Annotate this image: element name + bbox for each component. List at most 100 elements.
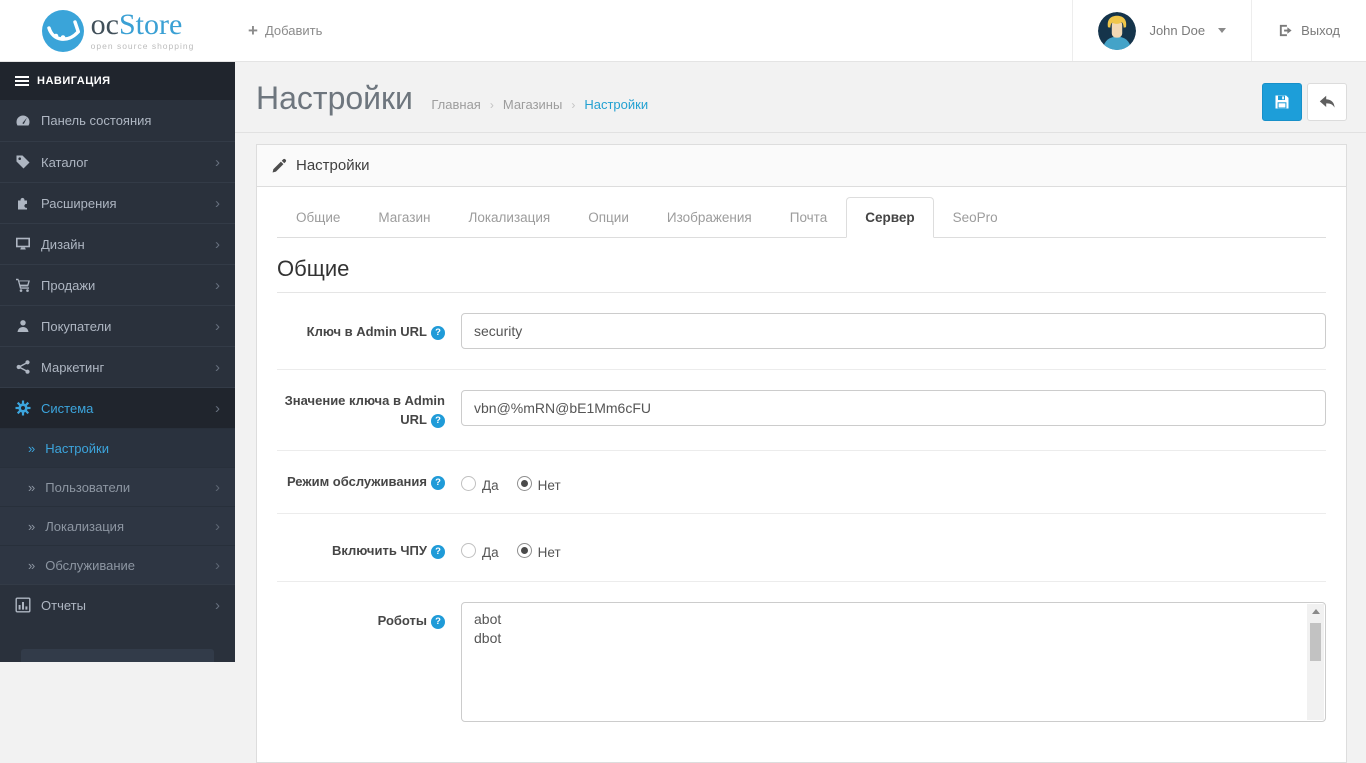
sidebar-item-label: Расширения <box>41 195 117 211</box>
chevron-right-icon: › <box>215 235 220 253</box>
display-icon <box>15 236 41 252</box>
tab-options[interactable]: Опции <box>569 197 648 237</box>
scroll-up-icon[interactable] <box>1307 604 1324 620</box>
sidebar-item-marketing[interactable]: Маркетинг › <box>0 346 235 387</box>
panel-heading-label: Настройки <box>296 157 370 174</box>
sidebar-subitem-label: Локализация <box>45 518 124 534</box>
sidebar-subitem-users[interactable]: » Пользователи › <box>0 467 235 506</box>
sidebar-item-dashboard[interactable]: Панель состояния <box>0 100 235 141</box>
tab-store[interactable]: Магазин <box>359 197 449 237</box>
radio-unchecked-icon <box>461 476 476 492</box>
back-button[interactable] <box>1307 83 1347 121</box>
chevron-right-icon: › <box>215 517 220 535</box>
subitem-marker-icon: » <box>28 518 36 534</box>
sidebar-item-customers[interactable]: Покупатели › <box>0 305 235 346</box>
main-content: Настройки Главная › Магазины › Настройки <box>235 62 1366 763</box>
field-label: Значение ключа в Admin URL? <box>277 390 445 430</box>
logo[interactable]: ocStore open source shopping <box>0 0 235 61</box>
logout-button[interactable]: Выход <box>1251 0 1366 61</box>
tab-mail[interactable]: Почта <box>771 197 847 237</box>
sidebar-item-label: Дизайн <box>41 236 85 252</box>
breadcrumb-stores[interactable]: Магазины <box>503 97 563 112</box>
add-button[interactable]: + Добавить <box>248 0 322 61</box>
seo-url-label: Включить ЧПУ <box>332 542 427 558</box>
subitem-marker-icon: » <box>28 557 36 573</box>
add-button-label: Добавить <box>264 23 323 38</box>
tab-images[interactable]: Изображения <box>648 197 771 237</box>
help-icon[interactable]: ? <box>431 614 445 629</box>
gear-icon <box>15 400 41 416</box>
seo-url-no-radio[interactable]: Нет <box>516 542 561 560</box>
form-row-seo-url: Включить ЧПУ? Да Нет <box>277 512 1326 581</box>
sidebar-item-sales[interactable]: Продажи › <box>0 264 235 305</box>
settings-tabs: Общие Магазин Локализация Опции Изображе… <box>277 197 1326 238</box>
help-icon[interactable]: ? <box>431 544 445 559</box>
subitem-marker-icon: » <box>28 440 36 456</box>
sidebar-subitem-localisation[interactable]: » Локализация › <box>0 506 235 545</box>
scrollbar-thumb[interactable] <box>1310 622 1321 661</box>
field-label: Включить ЧПУ? <box>277 534 445 561</box>
logo-tagline: open source shopping <box>90 41 195 51</box>
puzzle-icon <box>15 195 41 211</box>
dashboard-icon <box>15 113 41 129</box>
seo-url-yes-radio[interactable]: Да <box>461 542 499 560</box>
tag-icon <box>15 154 41 170</box>
field-label: Ключ в Admin URL? <box>277 313 445 349</box>
avatar <box>1098 11 1137 50</box>
tab-server[interactable]: Сервер <box>846 197 934 238</box>
sidebar-item-system[interactable]: Система › <box>0 387 235 428</box>
help-icon[interactable]: ? <box>431 475 445 490</box>
sidebar-item-extensions[interactable]: Расширения › <box>0 182 235 223</box>
sidebar-nav-header: НАВИГАЦИЯ <box>0 62 235 100</box>
robots-label: Роботы <box>377 612 427 628</box>
chevron-right-icon: › <box>215 153 220 171</box>
admin-key-value-input[interactable] <box>461 390 1326 426</box>
help-icon[interactable]: ? <box>431 326 445 340</box>
user-icon <box>15 318 41 334</box>
breadcrumb-home[interactable]: Главная <box>431 97 480 112</box>
chevron-right-icon: › <box>215 556 220 574</box>
form-row-admin-key: Ключ в Admin URL? <box>277 293 1326 369</box>
sidebar-item-design[interactable]: Дизайн › <box>0 223 235 264</box>
cart-icon <box>15 277 41 293</box>
page-header: Настройки Главная › Магазины › Настройки <box>235 62 1366 133</box>
user-menu[interactable]: John Doe <box>1072 0 1251 61</box>
hamburger-icon <box>15 76 29 86</box>
chevron-right-icon: › <box>215 399 220 417</box>
sidebar-subitem-label: Обслуживание <box>45 557 135 573</box>
chevron-right-icon: › <box>215 194 220 212</box>
sidebar-item-label: Каталог <box>41 154 89 170</box>
admin-key-input[interactable] <box>461 313 1326 349</box>
sidebar-item-label: Система <box>41 400 94 416</box>
tab-general[interactable]: Общие <box>277 197 359 237</box>
breadcrumb-separator-icon: › <box>489 97 494 112</box>
breadcrumb-settings[interactable]: Настройки <box>584 97 648 112</box>
admin-key-value-label: Значение ключа в Admin URL <box>284 393 445 427</box>
sidebar-subitem-label: Настройки <box>45 440 109 456</box>
tab-localisation[interactable]: Локализация <box>449 197 569 237</box>
sidebar-subitem-settings[interactable]: » Настройки <box>0 428 235 467</box>
sidebar-item-label: Маркетинг <box>41 359 105 375</box>
maintenance-no-radio[interactable]: Нет <box>516 475 561 493</box>
robots-text: abot dbot <box>474 610 502 646</box>
pencil-icon <box>272 158 287 173</box>
sidebar-footer-panel <box>21 649 214 662</box>
cart-logo-icon <box>41 9 85 53</box>
sidebar-item-label: Панель состояния <box>41 113 152 128</box>
breadcrumb-separator-icon: › <box>571 97 576 112</box>
sidebar-item-reports[interactable]: Отчеты › <box>0 584 235 625</box>
radio-checked-icon <box>516 543 532 559</box>
sidebar-subitem-maintenance[interactable]: » Обслуживание › <box>0 545 235 584</box>
maintenance-yes-radio[interactable]: Да <box>461 475 499 493</box>
radio-checked-icon <box>516 476 532 492</box>
save-icon <box>1274 94 1290 110</box>
sidebar-item-label: Покупатели <box>41 318 112 334</box>
sidebar-item-catalog[interactable]: Каталог › <box>0 141 235 182</box>
field-label: Режим обслуживания? <box>277 471 445 493</box>
tab-seopro[interactable]: SeoPro <box>934 197 1017 237</box>
sidebar-subitem-label: Пользователи <box>45 479 131 495</box>
caret-down-icon <box>1218 28 1227 33</box>
help-icon[interactable]: ? <box>431 413 445 428</box>
section-title: Общие <box>277 256 1326 293</box>
save-button[interactable] <box>1262 83 1302 121</box>
